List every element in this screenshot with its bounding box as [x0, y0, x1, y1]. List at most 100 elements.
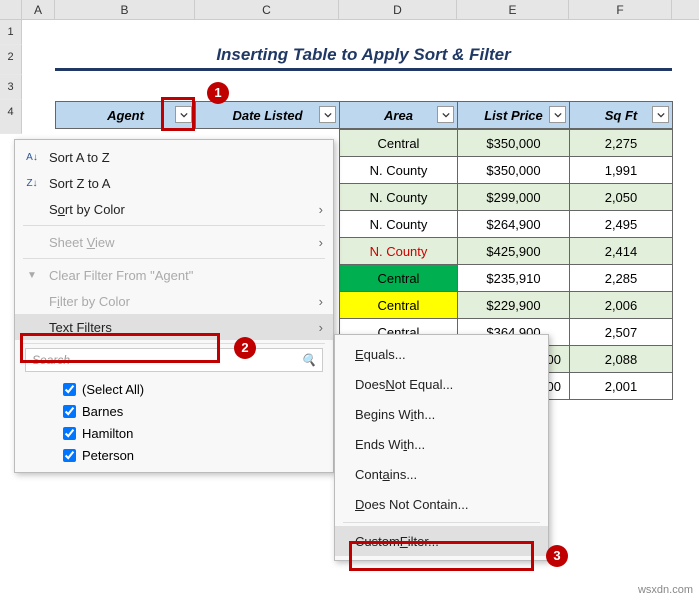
cell-sqft[interactable]: 2,050: [570, 184, 673, 211]
cell-sqft[interactable]: 2,495: [570, 211, 673, 238]
search-placeholder: Search: [32, 353, 70, 367]
menu-clear-filter: ▼ Clear Filter From "Agent": [15, 262, 333, 288]
submenu-contains[interactable]: Contains...: [335, 459, 548, 489]
filter-drop-area[interactable]: [437, 106, 454, 123]
cell-area[interactable]: N. County: [340, 184, 458, 211]
menu-sort-color[interactable]: Sort by Color ›: [15, 196, 333, 222]
menu-filter-color: Filter by Color ›: [15, 288, 333, 314]
checkbox[interactable]: [63, 383, 76, 396]
cell-sqft[interactable]: 2,275: [570, 130, 673, 157]
row-header-3[interactable]: 3: [0, 75, 22, 100]
submenu-equals[interactable]: Equals...: [335, 339, 548, 369]
header-date-label: Date Listed: [232, 108, 302, 123]
search-icon: 🔍: [301, 353, 316, 367]
menu-text-filters[interactable]: Text Filters ›: [15, 314, 333, 340]
row-header-4[interactable]: 4: [0, 100, 22, 134]
menu-sheet-view-label: Sheet View: [49, 235, 115, 250]
cell-area[interactable]: Central: [340, 130, 458, 157]
check-agent-2[interactable]: Peterson: [63, 444, 323, 466]
cell-area[interactable]: N. County: [340, 238, 458, 265]
header-agent: Agent: [56, 102, 196, 129]
cell-price[interactable]: $350,000: [458, 130, 570, 157]
filter-drop-sqft[interactable]: [652, 106, 669, 123]
menu-sort-za-label: Sort Z to A: [49, 176, 110, 191]
chevron-right-icon: ›: [319, 320, 323, 335]
filter-drop-date[interactable]: [319, 106, 336, 123]
cell-sqft[interactable]: 2,001: [570, 373, 673, 400]
badge-1: 1: [207, 82, 229, 104]
header-price-label: List Price: [484, 108, 543, 123]
menu-separator: [23, 258, 325, 259]
menu-clear-filter-label: Clear Filter From "Agent": [49, 268, 193, 283]
col-header-e[interactable]: E: [457, 0, 569, 19]
cell-price[interactable]: $350,000: [458, 157, 570, 184]
cell-sqft[interactable]: 1,991: [570, 157, 673, 184]
cell-price[interactable]: $425,900: [458, 238, 570, 265]
chevron-right-icon: ›: [319, 202, 323, 217]
check-agent-1[interactable]: Hamilton: [63, 422, 323, 444]
table-row[interactable]: N. County$264,9002,495: [340, 211, 673, 238]
menu-sheet-view: Sheet View ›: [15, 229, 333, 255]
menu-separator: [343, 522, 540, 523]
submenu-ends[interactable]: Ends With...: [335, 429, 548, 459]
clear-filter-icon: ▼: [23, 266, 41, 284]
cell-area[interactable]: N. County: [340, 157, 458, 184]
filter-drop-price[interactable]: [549, 106, 566, 123]
col-header-b[interactable]: B: [55, 0, 195, 19]
cell-price[interactable]: $235,910: [458, 265, 570, 292]
menu-sort-az-label: Sort A to Z: [49, 150, 110, 165]
menu-separator: [23, 225, 325, 226]
check-label: Peterson: [82, 448, 134, 463]
checkbox[interactable]: [63, 427, 76, 440]
header-price: List Price: [458, 102, 570, 129]
column-header-row: A B C D E F: [0, 0, 699, 20]
sort-az-icon: A↓: [23, 148, 41, 166]
table-row[interactable]: Central$350,0002,275: [340, 130, 673, 157]
sort-za-icon: Z↓: [23, 174, 41, 192]
cell-area[interactable]: N. County: [340, 211, 458, 238]
chevron-right-icon: ›: [319, 294, 323, 309]
filter-context-menu: A↓ Sort A to Z Z↓ Sort Z to A Sort by Co…: [14, 139, 334, 473]
menu-sort-az[interactable]: A↓ Sort A to Z: [15, 144, 333, 170]
badge-3: 3: [546, 545, 568, 567]
col-header-f[interactable]: F: [569, 0, 672, 19]
submenu-not-contain[interactable]: Does Not Contain...: [335, 489, 548, 519]
cell-sqft[interactable]: 2,507: [570, 319, 673, 346]
row-header-2[interactable]: 2: [0, 45, 22, 75]
checkbox[interactable]: [63, 405, 76, 418]
corner-cell[interactable]: [0, 0, 22, 19]
cell-price[interactable]: $264,900: [458, 211, 570, 238]
row-header-1[interactable]: 1: [0, 20, 22, 45]
filter-checklist: (Select All) Barnes Hamilton Peterson: [15, 376, 333, 468]
check-select-all[interactable]: (Select All): [63, 378, 323, 400]
cell-area[interactable]: Central: [340, 265, 458, 292]
menu-sort-za[interactable]: Z↓ Sort Z to A: [15, 170, 333, 196]
col-header-c[interactable]: C: [195, 0, 339, 19]
checkbox[interactable]: [63, 449, 76, 462]
table-row[interactable]: Central$235,9102,285: [340, 265, 673, 292]
table-row[interactable]: N. County$350,0001,991: [340, 157, 673, 184]
table-row[interactable]: N. County$425,9002,414: [340, 238, 673, 265]
cell-price[interactable]: $299,000: [458, 184, 570, 211]
filter-drop-agent[interactable]: [175, 106, 192, 123]
check-agent-0[interactable]: Barnes: [63, 400, 323, 422]
submenu-custom-filter[interactable]: Custom Filter...: [335, 526, 548, 556]
cell-sqft[interactable]: 2,088: [570, 346, 673, 373]
cell-price[interactable]: $229,900: [458, 292, 570, 319]
submenu-not-equal[interactable]: Does Not Equal...: [335, 369, 548, 399]
check-label: Barnes: [82, 404, 123, 419]
cell-sqft[interactable]: 2,006: [570, 292, 673, 319]
cell-sqft[interactable]: 2,285: [570, 265, 673, 292]
col-header-a[interactable]: A: [22, 0, 55, 19]
header-agent-label: Agent: [107, 108, 144, 123]
menu-filter-color-label: Filter by Color: [49, 294, 130, 309]
filter-search-input[interactable]: Search 🔍: [25, 348, 323, 372]
submenu-begins[interactable]: Begins With...: [335, 399, 548, 429]
watermark: wsxdn.com: [638, 584, 693, 596]
col-header-d[interactable]: D: [339, 0, 457, 19]
cell-sqft[interactable]: 2,414: [570, 238, 673, 265]
table-row[interactable]: Central$229,9002,006: [340, 292, 673, 319]
header-area: Area: [340, 102, 458, 129]
table-row[interactable]: N. County$299,0002,050: [340, 184, 673, 211]
cell-area[interactable]: Central: [340, 292, 458, 319]
